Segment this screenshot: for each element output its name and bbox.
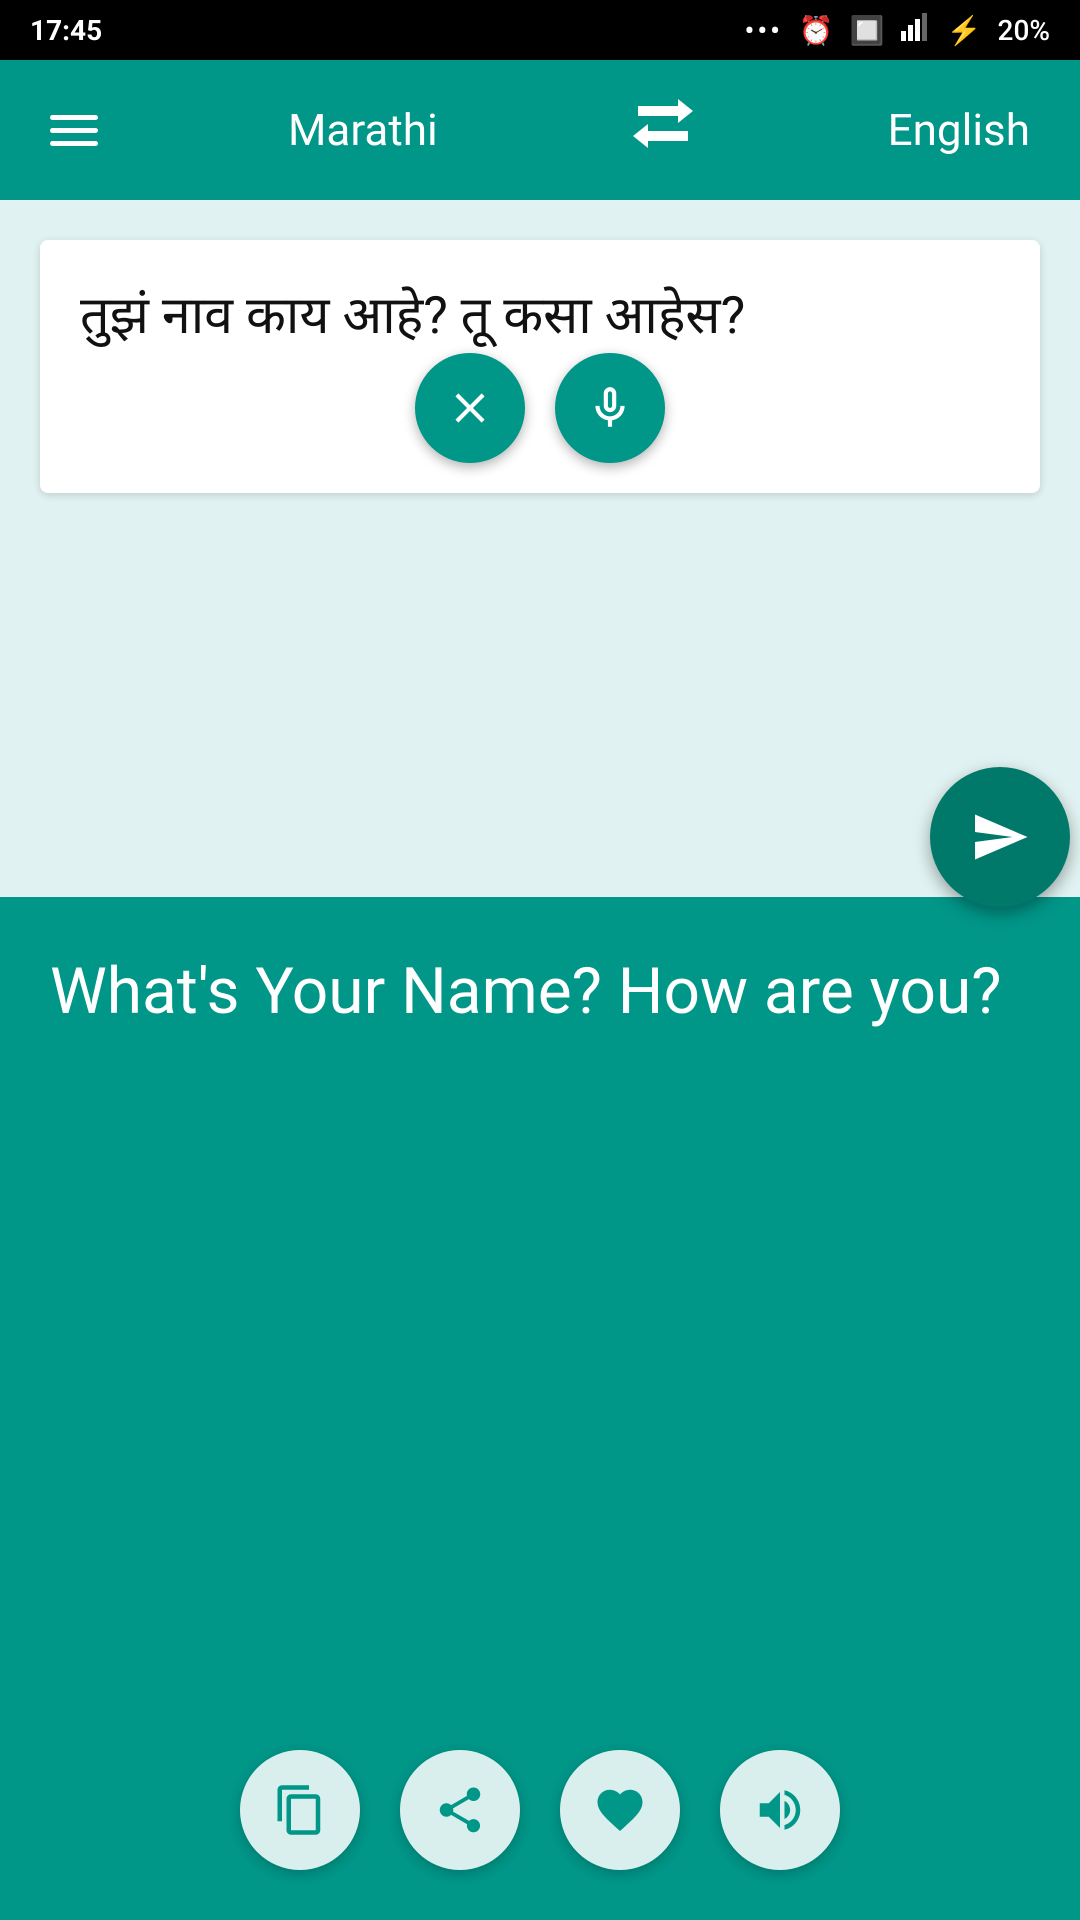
dots-icon: ••• — [745, 14, 783, 47]
share-button[interactable] — [400, 1750, 520, 1870]
signal-icon — [901, 13, 931, 48]
share-icon — [433, 1783, 487, 1837]
close-icon — [445, 383, 495, 433]
input-panel: तुझं नाव काय आहे? तू कसा आहेस? — [40, 240, 1040, 493]
source-text[interactable]: तुझं नाव काय आहे? तू कसा आहेस? — [80, 280, 1000, 353]
translate-button[interactable] — [930, 767, 1070, 907]
status-bar: 17:45 ••• ⏰ 🔲 ⚡ 20% — [0, 0, 1080, 60]
battery-level: 20% — [998, 14, 1050, 47]
send-icon — [970, 807, 1030, 867]
target-language-label[interactable]: English — [888, 104, 1030, 156]
sim-icon: 🔲 — [850, 14, 885, 47]
microphone-button[interactable] — [555, 353, 665, 463]
heart-icon — [593, 1783, 647, 1837]
tts-button[interactable] — [720, 1750, 840, 1870]
translated-text: What's Your Name? How are you? — [50, 947, 1030, 1037]
clear-button[interactable] — [415, 353, 525, 463]
output-panel: What's Your Name? How are you? — [0, 897, 1080, 1920]
menu-line-3 — [50, 141, 98, 146]
alarm-icon: ⏰ — [799, 14, 834, 47]
menu-line-1 — [50, 115, 98, 120]
copy-button[interactable] — [240, 1750, 360, 1870]
favorite-button[interactable] — [560, 1750, 680, 1870]
source-language-label[interactable]: Marathi — [288, 104, 438, 156]
app-header: Marathi English — [0, 60, 1080, 200]
menu-line-2 — [50, 128, 98, 133]
menu-button[interactable] — [50, 115, 98, 146]
output-actions — [240, 1750, 840, 1870]
main-content: तुझं नाव काय आहे? तू कसा आहेस? — [0, 200, 1080, 1920]
speaker-icon — [753, 1783, 807, 1837]
swap-languages-button[interactable] — [628, 96, 698, 164]
microphone-icon — [585, 383, 635, 433]
status-icons: ••• ⏰ 🔲 ⚡ 20% — [745, 13, 1050, 48]
copy-icon — [273, 1783, 327, 1837]
input-controls — [415, 353, 665, 463]
charging-icon: ⚡ — [947, 14, 982, 47]
status-time: 17:45 — [30, 14, 102, 47]
